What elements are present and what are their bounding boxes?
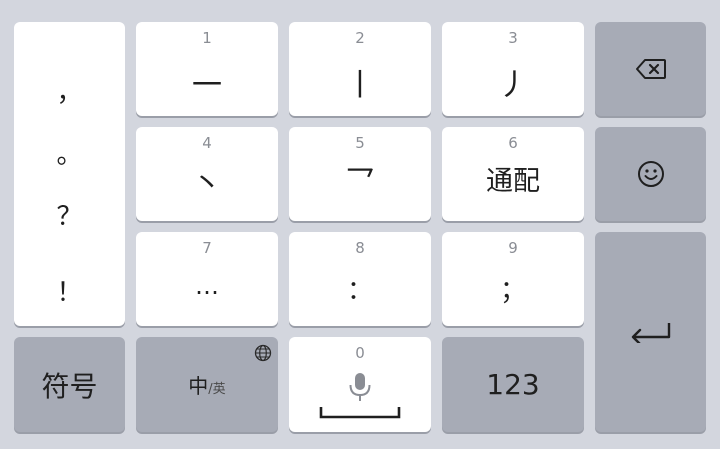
enter-icon xyxy=(629,321,673,343)
numbers-button[interactable]: 123 xyxy=(442,337,584,432)
key-3[interactable]: 3 丿 xyxy=(442,22,584,116)
key-1[interactable]: 1 一 xyxy=(136,22,278,116)
key-label: ； xyxy=(499,276,526,306)
key-number: 6 xyxy=(508,134,518,152)
key-label: … xyxy=(195,272,219,300)
exclaim-key[interactable]: ！ xyxy=(14,272,125,309)
key-number: 2 xyxy=(355,29,365,47)
language-switch-button[interactable]: 中/英 xyxy=(136,337,278,432)
key-label: 丶 xyxy=(192,167,222,202)
backspace-button[interactable] xyxy=(595,22,706,116)
key-number: 9 xyxy=(508,239,518,257)
symbols-label: 符号 xyxy=(41,369,98,403)
key-label: 一 xyxy=(192,68,222,103)
key-number: 3 xyxy=(508,29,518,47)
emoji-button[interactable] xyxy=(595,127,706,221)
space-button[interactable]: 0 xyxy=(289,337,431,432)
key-5[interactable]: 5 乛 xyxy=(289,127,431,221)
period-key[interactable]: 。 xyxy=(14,134,125,171)
key-label: 丿 xyxy=(498,68,528,103)
key-9[interactable]: 9 ； xyxy=(442,232,584,326)
key-7[interactable]: 7 … xyxy=(136,232,278,326)
symbols-button[interactable]: 符号 xyxy=(14,337,125,432)
key-number: 1 xyxy=(202,29,212,47)
key-number: 7 xyxy=(202,239,212,257)
punctuation-column: ， 。 ？ ！ xyxy=(14,22,125,326)
key-number: 8 xyxy=(355,239,365,257)
lang-alt-label: /英 xyxy=(208,382,226,397)
lang-main-label: 中 xyxy=(188,374,209,398)
key-number: 5 xyxy=(355,134,365,152)
key-label: 乛 xyxy=(345,165,375,200)
enter-button[interactable] xyxy=(595,232,706,432)
key-8[interactable]: 8 ： xyxy=(289,232,431,326)
key-number: 0 xyxy=(355,344,365,362)
globe-icon xyxy=(254,344,272,362)
key-label: 通配 xyxy=(486,166,540,197)
question-key[interactable]: ？ xyxy=(14,196,125,233)
key-2[interactable]: 2 丨 xyxy=(289,22,431,116)
key-6[interactable]: 6 通配 xyxy=(442,127,584,221)
comma-key[interactable]: ， xyxy=(14,72,125,109)
key-number: 4 xyxy=(202,134,212,152)
key-label: 丨 xyxy=(345,68,375,103)
space-bar-icon xyxy=(319,405,401,419)
microphone-icon xyxy=(347,372,373,402)
numbers-label: 123 xyxy=(486,368,540,401)
key-4[interactable]: 4 丶 xyxy=(136,127,278,221)
backspace-icon xyxy=(635,58,667,80)
emoji-icon xyxy=(637,160,665,188)
key-label: ： xyxy=(346,276,373,306)
